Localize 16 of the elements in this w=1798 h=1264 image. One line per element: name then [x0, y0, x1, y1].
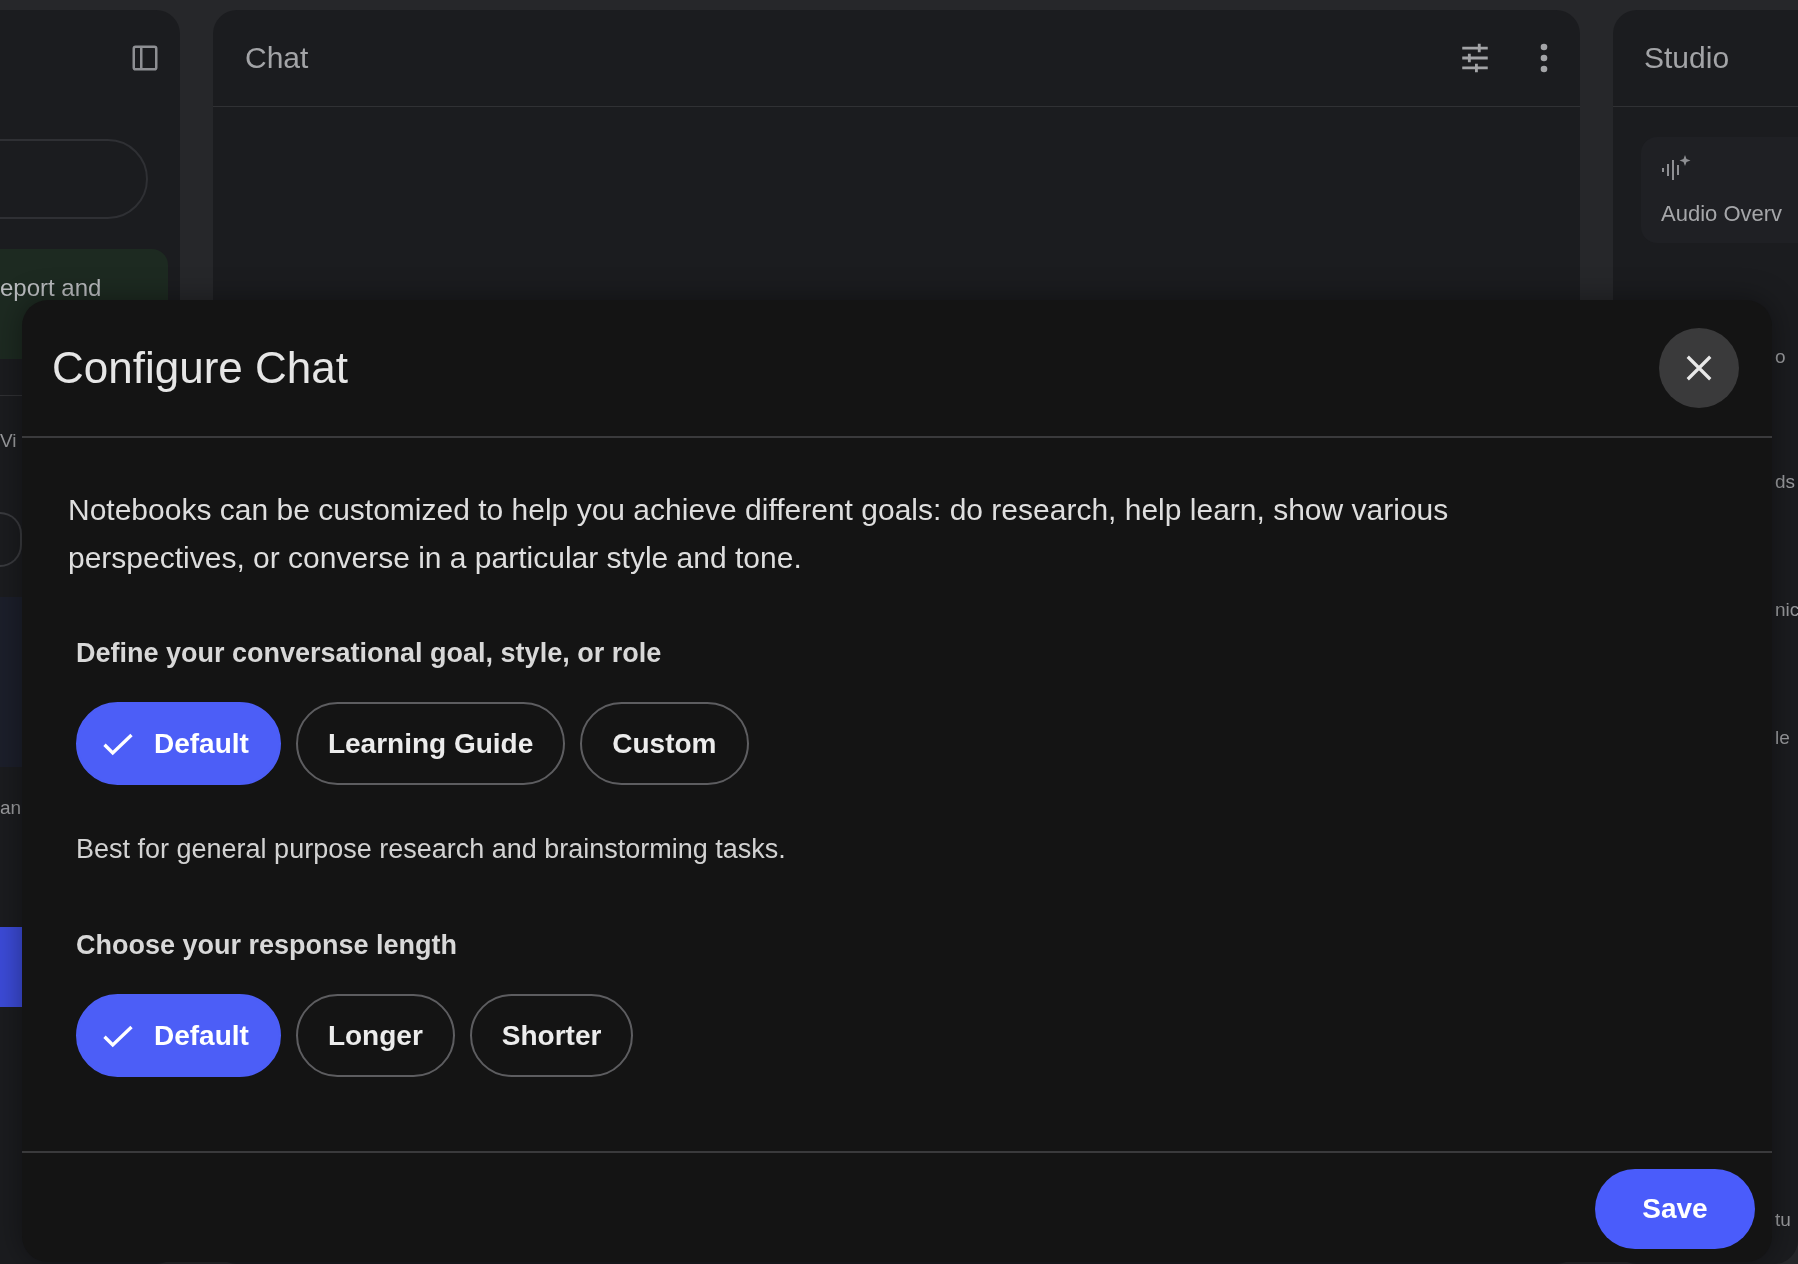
dialog-title: Configure Chat [52, 343, 348, 393]
panel-title: Chat [245, 41, 309, 75]
panel-title: Studio [1644, 41, 1730, 75]
studio-item-label: le [1775, 727, 1790, 750]
studio-item-label: tu [1775, 1209, 1791, 1232]
source-title: eport and [0, 274, 102, 302]
option-description: Best for general purpose research and brainstorming tasks. [76, 833, 787, 866]
studio-item-label: o [1775, 346, 1786, 369]
sidebar-item-label: an [0, 797, 22, 819]
tile-label: Audio Overv [1661, 201, 1783, 227]
studio-item-label: nic [1775, 599, 1798, 622]
studio-item-label: ds [1775, 471, 1796, 494]
intro-text: Notebooks can be customized to help you achieve different goals: do research, help learn, show various perspectives, or converse in a particular style and tone. [68, 492, 1450, 576]
sidebar-item-label: Vi [0, 430, 17, 452]
section-label: Choose your response length [76, 929, 459, 962]
section-label: Define your conversational goal, style, or role [76, 637, 663, 670]
